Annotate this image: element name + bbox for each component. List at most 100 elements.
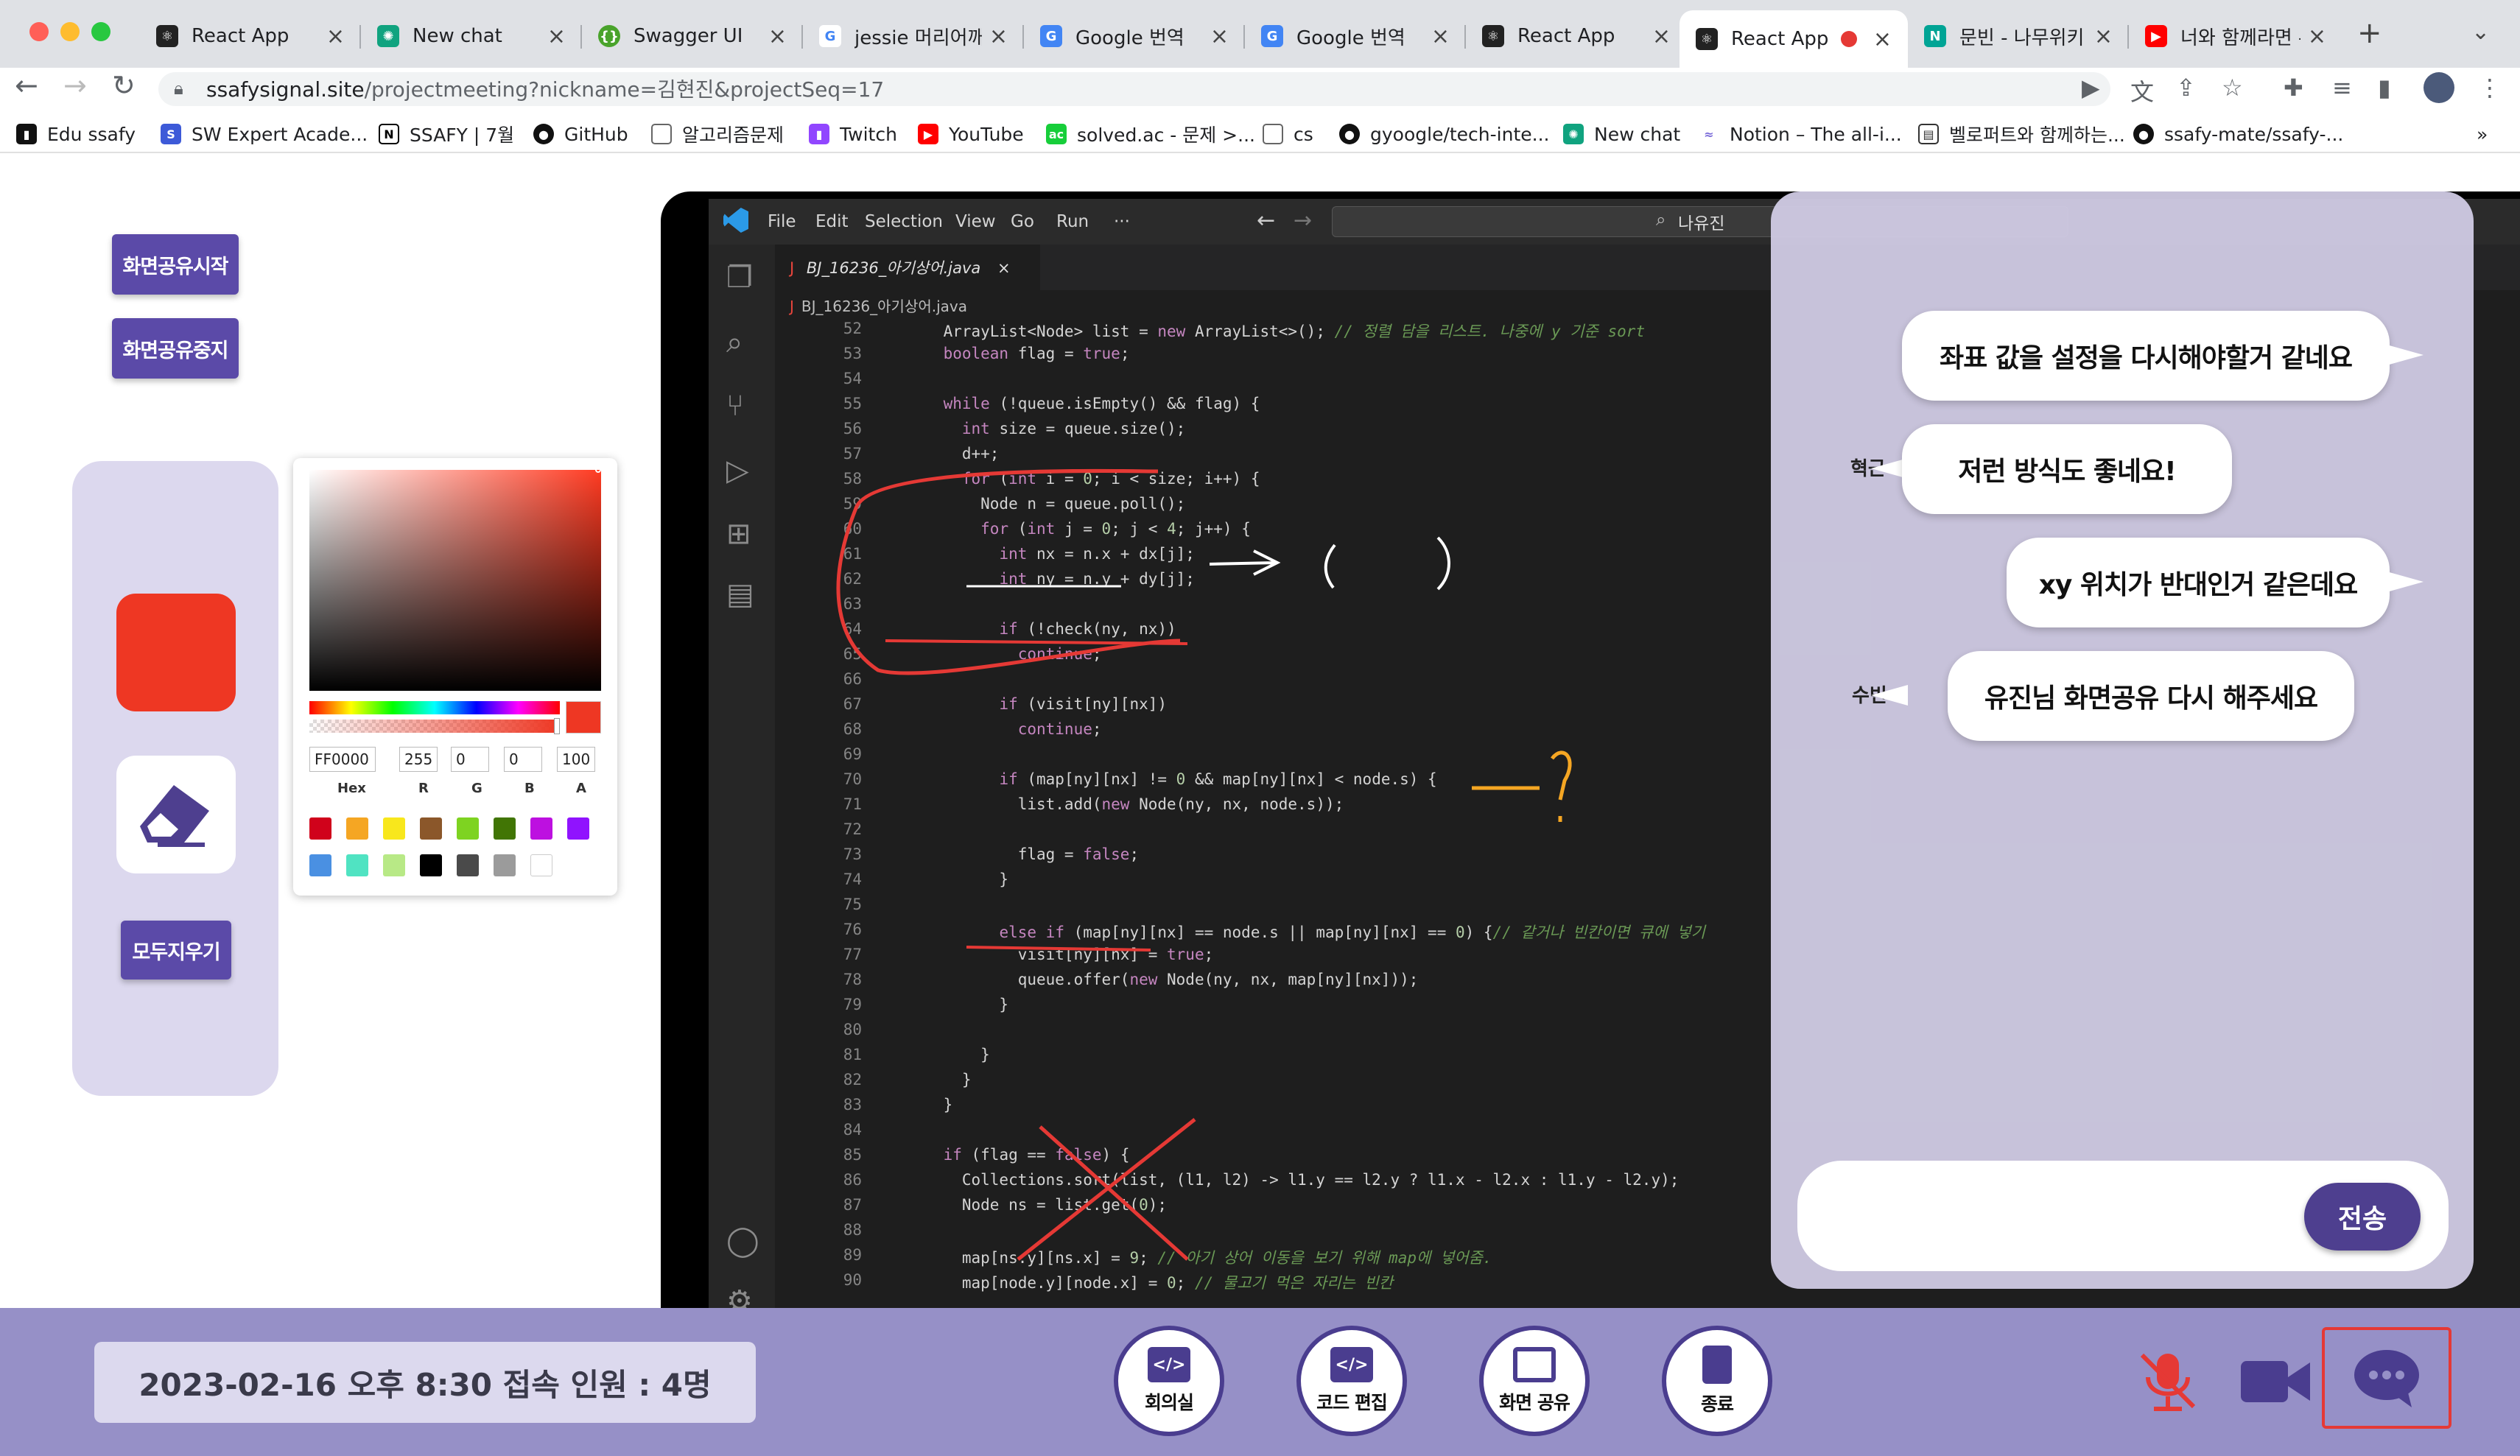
- bookmark-folder[interactable]: cs: [1263, 121, 1313, 147]
- bookmark-item[interactable]: ≈ Notion – The all-i...: [1699, 121, 1902, 147]
- color-swatch[interactable]: [346, 854, 368, 876]
- meeting-room-button[interactable]: </> 회의실: [1114, 1326, 1224, 1436]
- bookmark-item[interactable]: ● ssafy-mate/ssafy-...: [2133, 121, 2343, 147]
- close-icon[interactable]: ×: [1652, 24, 1671, 49]
- red-input[interactable]: 255: [399, 747, 438, 772]
- monitor-icon: [1513, 1347, 1556, 1382]
- reload-icon[interactable]: ↻: [112, 69, 136, 102]
- camera-button[interactable]: [2239, 1352, 2313, 1411]
- eraser-button[interactable]: [116, 756, 236, 873]
- bookmark-label: Twitch: [840, 123, 897, 145]
- browser-tab[interactable]: ▶ 너와 함께라면 - ×: [2129, 13, 2342, 59]
- bookmark-item[interactable]: ▮ Twitch: [809, 121, 897, 147]
- bookmark-item[interactable]: ● GitHub: [533, 121, 628, 147]
- hex-input[interactable]: FF0000: [309, 747, 376, 772]
- camera-icon[interactable]: ▶︎: [2082, 74, 2100, 102]
- back-icon[interactable]: ←: [15, 69, 38, 102]
- bookmark-item[interactable]: ● gyoogle/tech-inte...: [1339, 121, 1549, 147]
- bookmark-item[interactable]: ▤ 벨로퍼트와 함께하는...: [1918, 121, 2125, 147]
- share-stop-button[interactable]: 화면공유중지: [112, 318, 239, 379]
- close-icon[interactable]: ×: [1431, 24, 1450, 49]
- bookmark-item[interactable]: ▮ Edu ssafy: [16, 121, 136, 147]
- color-swatch[interactable]: [457, 854, 479, 876]
- screen-share-label: 화면 공유: [1499, 1392, 1570, 1413]
- chat-bubble: 좌표 값을 설정을 다시해야할거 같네요: [1902, 311, 2390, 401]
- color-swatch[interactable]: [346, 817, 368, 840]
- pen-color-button[interactable]: [116, 594, 236, 711]
- color-swatch[interactable]: [567, 817, 589, 840]
- color-swatch[interactable]: [530, 854, 552, 876]
- browser-tab[interactable]: N 문빈 - 나무위키 ×: [1908, 13, 2129, 59]
- profile-avatar[interactable]: [2424, 72, 2454, 103]
- browser-tab[interactable]: G Google 번역 ×: [1024, 13, 1245, 59]
- bookmark-item[interactable]: ac solved.ac - 문제 >...: [1046, 121, 1255, 147]
- close-icon[interactable]: ×: [326, 24, 345, 49]
- saturation-area[interactable]: [309, 470, 601, 691]
- close-icon[interactable]: ×: [989, 24, 1008, 49]
- alpha-input[interactable]: 100: [557, 747, 595, 772]
- color-swatch[interactable]: [530, 817, 552, 840]
- browser-tab-active[interactable]: ⚛ React App ×: [1680, 10, 1908, 68]
- close-icon[interactable]: ×: [768, 24, 787, 49]
- code-edit-button[interactable]: </> 코드 편집: [1296, 1326, 1407, 1436]
- bookmark-star-icon[interactable]: ☆: [2222, 74, 2243, 102]
- bookmark-item[interactable]: N SSAFY | 7월: [379, 121, 514, 147]
- meeting-room-label: 회의실: [1144, 1392, 1194, 1413]
- mic-off-button[interactable]: [2135, 1348, 2201, 1414]
- alpha-slider[interactable]: [309, 720, 560, 733]
- alpha-handle[interactable]: [554, 718, 560, 734]
- color-swatch[interactable]: [457, 817, 479, 840]
- bookmark-item[interactable]: S SW Expert Acade...: [161, 121, 368, 147]
- browser-menu-icon[interactable]: ⋮: [2478, 74, 2502, 102]
- screen-share-button[interactable]: 화면 공유: [1479, 1326, 1590, 1436]
- color-swatch[interactable]: [309, 854, 331, 876]
- bookmarks-overflow-icon[interactable]: »: [2477, 121, 2488, 147]
- exit-button[interactable]: 종료: [1662, 1326, 1772, 1436]
- close-icon[interactable]: ×: [1210, 24, 1229, 49]
- color-swatch[interactable]: [494, 817, 516, 840]
- color-swatch[interactable]: [494, 854, 516, 876]
- zoom-window-button[interactable]: [91, 22, 110, 41]
- new-tab-button[interactable]: +: [2357, 16, 2382, 50]
- close-icon[interactable]: ×: [547, 24, 566, 49]
- translate-page-icon[interactable]: 文: [2130, 74, 2154, 108]
- browser-tab[interactable]: ⚛ React App ×: [1466, 13, 1687, 59]
- eraser-icon: [140, 785, 209, 847]
- close-window-button[interactable]: [29, 22, 49, 41]
- blue-input[interactable]: 0: [504, 747, 542, 772]
- chat-bubble: xy 위치가 반대인거 같은데요: [2007, 538, 2390, 627]
- browser-tab[interactable]: {} Swagger UI ×: [582, 13, 803, 59]
- side-panel-icon[interactable]: ▮: [2378, 74, 2391, 102]
- tab-title: Swagger UI: [633, 25, 743, 47]
- color-swatch[interactable]: [383, 817, 405, 840]
- share-icon[interactable]: ⇪: [2176, 74, 2196, 102]
- clear-all-button[interactable]: 모두지우기: [121, 921, 231, 980]
- hue-slider[interactable]: [309, 701, 560, 714]
- browser-tab[interactable]: G Google 번역 ×: [1245, 13, 1466, 59]
- forward-icon[interactable]: →: [63, 69, 87, 102]
- color-swatch[interactable]: [420, 817, 442, 840]
- color-picker: FF0000 255 0 0 100 Hex R G B A: [293, 458, 617, 896]
- chat-toggle-button[interactable]: [2322, 1327, 2451, 1429]
- minimize-window-button[interactable]: [60, 22, 80, 41]
- browser-tab[interactable]: ⚛ React App ×: [140, 13, 361, 59]
- browser-tab[interactable]: G jessie 머리어깨 ×: [803, 13, 1024, 59]
- bookmark-folder[interactable]: 알고리즘문제: [651, 121, 784, 147]
- reading-list-icon[interactable]: ≡: [2332, 74, 2352, 102]
- url-text[interactable]: ssafysignal.site/projectmeeting?nickname…: [206, 74, 884, 103]
- saturation-handle[interactable]: [595, 467, 601, 473]
- color-swatch[interactable]: [309, 817, 331, 840]
- bookmark-item[interactable]: ▶ YouTube: [918, 121, 1024, 147]
- tab-search-icon[interactable]: ⌄: [2471, 19, 2490, 45]
- close-icon[interactable]: ×: [2308, 24, 2326, 49]
- color-swatch[interactable]: [383, 854, 405, 876]
- green-input[interactable]: 0: [451, 747, 489, 772]
- share-start-button[interactable]: 화면공유시작: [112, 234, 239, 295]
- close-icon[interactable]: ×: [1873, 27, 1892, 52]
- send-button[interactable]: 전송: [2304, 1183, 2421, 1251]
- color-swatch[interactable]: [420, 854, 442, 876]
- close-icon[interactable]: ×: [2094, 24, 2113, 49]
- extensions-icon[interactable]: ✚: [2284, 74, 2303, 102]
- browser-tab[interactable]: ✺ New chat ×: [361, 13, 582, 59]
- bookmark-item[interactable]: ✺ New chat: [1563, 121, 1680, 147]
